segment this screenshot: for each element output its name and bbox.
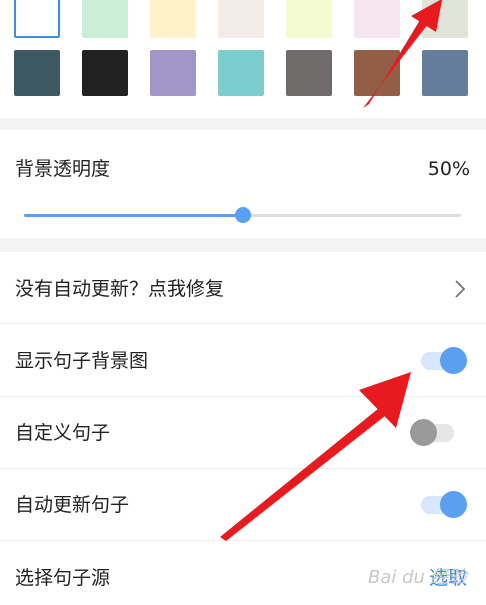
divider	[0, 468, 486, 469]
color-swatch[interactable]	[150, 0, 196, 38]
toggle-knob	[440, 491, 467, 518]
section-gap	[0, 238, 486, 252]
show-bg-image-toggle[interactable]	[421, 346, 467, 376]
custom-sentence-toggle[interactable]	[410, 418, 456, 448]
auto-update-label: 自动更新句子	[15, 494, 130, 516]
opacity-value: 50%	[427, 158, 470, 180]
toggle-knob	[410, 419, 437, 446]
color-swatch[interactable]	[14, 50, 60, 96]
color-swatch[interactable]	[82, 50, 128, 96]
color-swatch[interactable]	[354, 50, 400, 96]
divider	[0, 396, 486, 397]
show-bg-image-label: 显示句子背景图	[15, 350, 149, 372]
auto-update-toggle[interactable]	[421, 490, 467, 520]
sentence-source-label: 选择句子源	[15, 567, 111, 589]
toggle-knob	[440, 347, 467, 374]
color-swatch[interactable]	[82, 0, 128, 38]
color-swatch-row-2	[0, 50, 486, 100]
chevron-right-icon	[455, 280, 466, 298]
divider	[0, 540, 486, 541]
color-swatch[interactable]	[218, 0, 264, 38]
color-swatch[interactable]	[422, 50, 468, 96]
custom-sentence-label: 自定义句子	[15, 422, 111, 444]
section-gap	[0, 118, 486, 130]
fix-update-label: 没有自动更新？点我修复	[15, 278, 225, 300]
color-swatch-row-1	[0, 0, 486, 42]
color-swatch[interactable]	[286, 0, 332, 38]
divider	[0, 323, 486, 324]
watermark: Bai du 经验	[368, 567, 467, 588]
color-swatch[interactable]	[422, 0, 468, 38]
opacity-slider-thumb[interactable]	[234, 207, 251, 223]
color-swatch[interactable]	[150, 50, 196, 96]
color-swatch[interactable]	[218, 50, 264, 96]
color-swatch[interactable]	[354, 0, 400, 38]
color-swatch[interactable]	[286, 50, 332, 96]
opacity-slider-fill	[24, 214, 243, 217]
color-swatch[interactable]	[14, 0, 60, 38]
opacity-label: 背景透明度	[15, 158, 111, 180]
